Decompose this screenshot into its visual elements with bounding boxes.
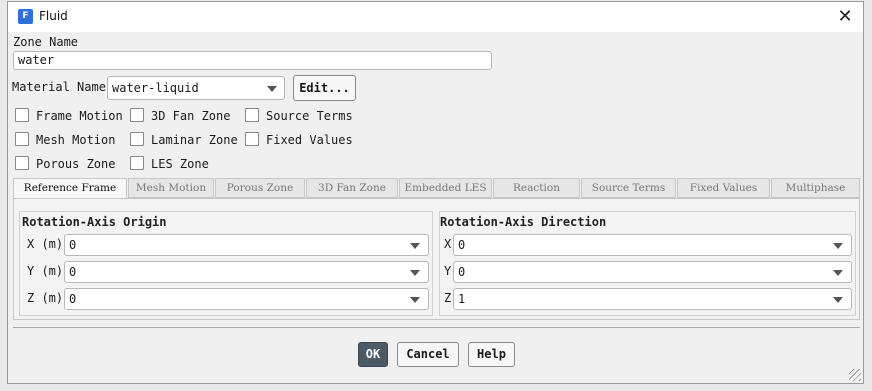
chevron-down-icon bbox=[833, 243, 843, 249]
checkbox-label: Mesh Motion bbox=[36, 133, 116, 147]
direction-z-label: Z bbox=[444, 291, 452, 305]
checkbox-box bbox=[130, 156, 144, 170]
material-select-value: water-liquid bbox=[112, 81, 199, 95]
help-button[interactable]: Help bbox=[468, 342, 515, 367]
chevron-down-icon bbox=[267, 86, 277, 92]
origin-y-value: 0 bbox=[69, 265, 77, 279]
origin-z-label: Z (m) bbox=[27, 291, 64, 305]
origin-y-input[interactable]: 0 bbox=[64, 261, 429, 283]
direction-y-label: Y bbox=[444, 264, 452, 278]
title-bar: F Fluid ✕ bbox=[8, 2, 863, 32]
resize-grip-icon[interactable] bbox=[849, 369, 861, 381]
origin-group-title: Rotation-Axis Origin bbox=[22, 215, 167, 229]
fixed-values-checkbox[interactable]: Fixed Values bbox=[245, 132, 353, 147]
material-name-label: Material Name bbox=[12, 80, 106, 94]
tab-embedded-les[interactable]: Embedded LES bbox=[399, 178, 492, 198]
close-icon[interactable]: ✕ bbox=[835, 7, 855, 27]
direction-x-label: X bbox=[444, 237, 452, 251]
checkbox-box bbox=[245, 108, 259, 122]
les-zone-checkbox[interactable]: LES Zone bbox=[130, 156, 209, 171]
checkbox-box bbox=[130, 108, 144, 122]
fluent-app-icon: F bbox=[18, 9, 33, 24]
checkbox-label: Source Terms bbox=[266, 109, 353, 123]
checkbox-box bbox=[245, 132, 259, 146]
tab-reaction[interactable]: Reaction bbox=[493, 178, 580, 198]
chevron-down-icon bbox=[410, 297, 420, 303]
frame-motion-checkbox[interactable]: Frame Motion bbox=[15, 108, 123, 123]
origin-y-label: Y (m) bbox=[27, 264, 64, 278]
mesh-motion-checkbox[interactable]: Mesh Motion bbox=[15, 132, 115, 147]
cancel-button[interactable]: Cancel bbox=[397, 342, 459, 367]
direction-x-input[interactable]: 0 bbox=[453, 234, 852, 256]
tab-3d-fan-zone[interactable]: 3D Fan Zone bbox=[306, 178, 398, 198]
material-select[interactable]: water-liquid bbox=[107, 76, 285, 100]
chevron-down-icon bbox=[833, 270, 843, 276]
porous-zone-checkbox[interactable]: Porous Zone bbox=[15, 156, 115, 171]
tab-porous-zone[interactable]: Porous Zone bbox=[215, 178, 305, 198]
checkbox-label: Frame Motion bbox=[36, 109, 123, 123]
checkbox-box bbox=[130, 132, 144, 146]
direction-z-value: 1 bbox=[458, 292, 466, 306]
checkbox-label: LES Zone bbox=[151, 157, 209, 171]
direction-y-input[interactable]: 0 bbox=[453, 261, 852, 283]
direction-y-value: 0 bbox=[458, 265, 466, 279]
window-title: Fluid bbox=[39, 9, 68, 23]
tab-multiphase[interactable]: Multiphase bbox=[771, 178, 860, 198]
chevron-down-icon bbox=[833, 297, 843, 303]
direction-z-input[interactable]: 1 bbox=[453, 288, 852, 310]
reference-frame-panel: Rotation-Axis Origin X (m) 0 Y (m) 0 Z (… bbox=[13, 198, 860, 320]
checkbox-label: Fixed Values bbox=[266, 133, 353, 147]
direction-x-value: 0 bbox=[458, 238, 466, 252]
checkbox-label: 3D Fan Zone bbox=[151, 109, 231, 123]
direction-group-title: Rotation-Axis Direction bbox=[440, 215, 607, 229]
zone-name-input[interactable]: water bbox=[13, 51, 492, 70]
checkbox-box bbox=[15, 132, 29, 146]
chevron-down-icon bbox=[410, 270, 420, 276]
laminar-zone-checkbox[interactable]: Laminar Zone bbox=[130, 132, 238, 147]
footer-separator bbox=[13, 327, 860, 328]
origin-x-label: X (m) bbox=[27, 237, 64, 251]
checkbox-box bbox=[15, 156, 29, 170]
checkbox-label: Laminar Zone bbox=[151, 133, 238, 147]
origin-x-input[interactable]: 0 bbox=[64, 234, 429, 256]
edit-material-button[interactable]: Edit... bbox=[293, 75, 356, 101]
fluid-dialog: F Fluid ✕ Zone Name water Material Name … bbox=[7, 1, 864, 384]
zone-name-label: Zone Name bbox=[13, 35, 79, 49]
zone-tabs: Reference Frame Mesh Motion Porous Zone … bbox=[13, 178, 860, 199]
origin-z-input[interactable]: 0 bbox=[64, 288, 429, 310]
ok-button[interactable]: OK bbox=[358, 342, 388, 367]
3d-fan-zone-checkbox[interactable]: 3D Fan Zone bbox=[130, 108, 230, 123]
source-terms-checkbox[interactable]: Source Terms bbox=[245, 108, 353, 123]
tab-fixed-values[interactable]: Fixed Values bbox=[677, 178, 770, 198]
tab-source-terms[interactable]: Source Terms bbox=[581, 178, 676, 198]
origin-z-value: 0 bbox=[69, 292, 77, 306]
origin-x-value: 0 bbox=[69, 238, 77, 252]
tab-reference-frame[interactable]: Reference Frame bbox=[13, 178, 127, 199]
tab-mesh-motion[interactable]: Mesh Motion bbox=[128, 178, 214, 198]
checkbox-box bbox=[15, 108, 29, 122]
checkbox-label: Porous Zone bbox=[36, 157, 116, 171]
chevron-down-icon bbox=[410, 243, 420, 249]
